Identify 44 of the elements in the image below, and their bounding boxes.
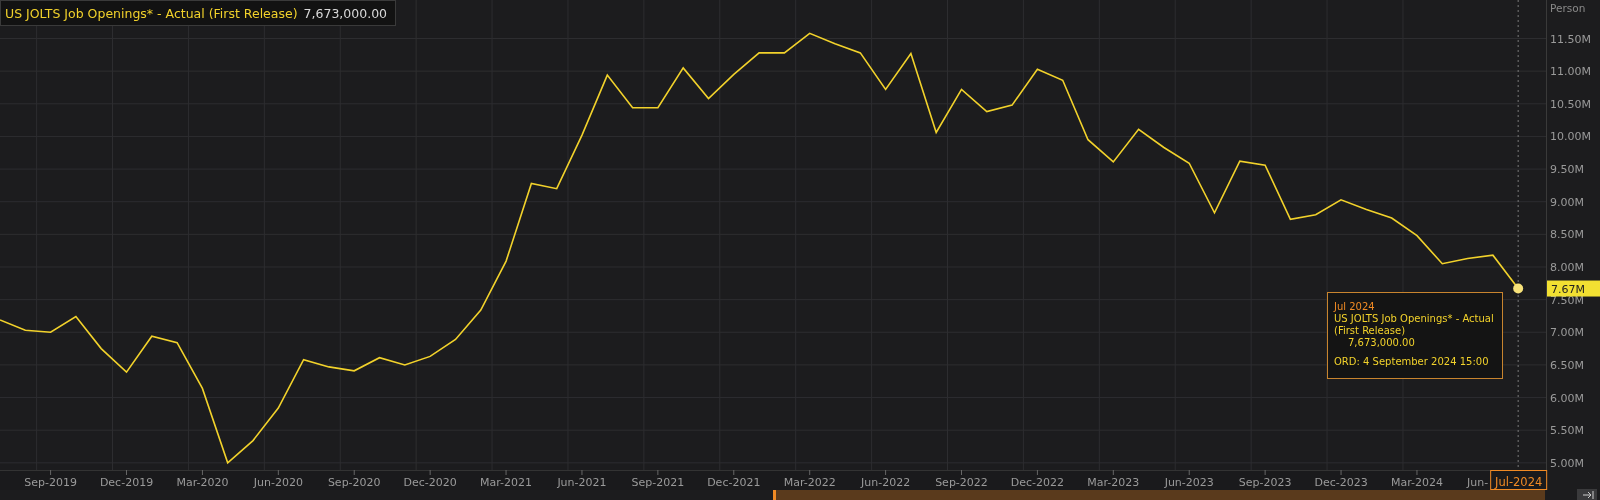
axis-label: 11.00M — [1550, 65, 1591, 79]
axis-label: Dec-2021 — [707, 476, 761, 489]
axis-label: Mar-2022 — [783, 476, 836, 489]
data-point-marker — [1513, 283, 1524, 294]
axis-label: 8.00M — [1550, 261, 1584, 274]
axis-label: 7.00M — [1550, 326, 1584, 340]
axis-unit-label: Person — [1550, 2, 1586, 14]
axis-label: 5.50M — [1550, 424, 1584, 438]
axis-label: Mar-2020 — [176, 476, 229, 489]
legend-value: 7,673,000.00 — [303, 5, 388, 21]
scroll-end-icon[interactable] — [1577, 489, 1597, 500]
tooltip-series-name: US JOLTS Job Openings* - Actual (First Release) — [1334, 313, 1495, 337]
axis-label: 5.00M — [1550, 456, 1584, 470]
axis-label: 6.50M — [1550, 358, 1584, 372]
axis-label: Mar-2024 — [1390, 476, 1443, 489]
axis-label: 10.50M — [1550, 97, 1591, 111]
axis-label: Mar-2023 — [1087, 476, 1140, 489]
axis-label: Jun-2020 — [253, 476, 303, 489]
axis-label: Sep-2023 — [1238, 476, 1292, 489]
axis-label: Mar-2021 — [480, 476, 533, 489]
axis-label: Dec-2019 — [99, 476, 154, 489]
tooltip-release-time: ORD: 4 September 2024 15:00 — [1334, 356, 1490, 368]
axis-label: 11.50M — [1550, 32, 1591, 46]
axis-label: Jun- — [1467, 476, 1489, 489]
tooltip-value: 7,673,000.00 — [1347, 337, 1416, 349]
legend-series-name: US JOLTS Job Openings* - Actual (First Release) — [5, 5, 298, 21]
axis-label: Jun-2021 — [557, 476, 607, 489]
axis-label: Sep-2022 — [935, 476, 988, 489]
axis-label: Dec-2020 — [403, 476, 457, 489]
axis-label: 9.00M — [1550, 195, 1584, 209]
axis-label: Jun-2022 — [861, 476, 911, 489]
axis-label: Jun-2023 — [1164, 476, 1214, 489]
tooltip-date: Jul 2024 — [1334, 301, 1376, 313]
axis-label: Sep-2021 — [631, 476, 685, 489]
axis-label: 8.50M — [1550, 228, 1584, 242]
date-marker: Jul-2024 — [1490, 470, 1548, 490]
axis-label: 6.00M — [1550, 391, 1584, 405]
axis-label: Sep-2019 — [24, 476, 77, 489]
axis-label: 9.50M — [1550, 163, 1584, 177]
axis-label: 10.00M — [1550, 130, 1591, 144]
axis-label: Sep-2020 — [327, 476, 381, 489]
axis-label: Dec-2023 — [1314, 476, 1368, 489]
axis-label: Dec-2022 — [1010, 476, 1065, 489]
x-tick-label: Jul-2024 — [1494, 475, 1543, 489]
